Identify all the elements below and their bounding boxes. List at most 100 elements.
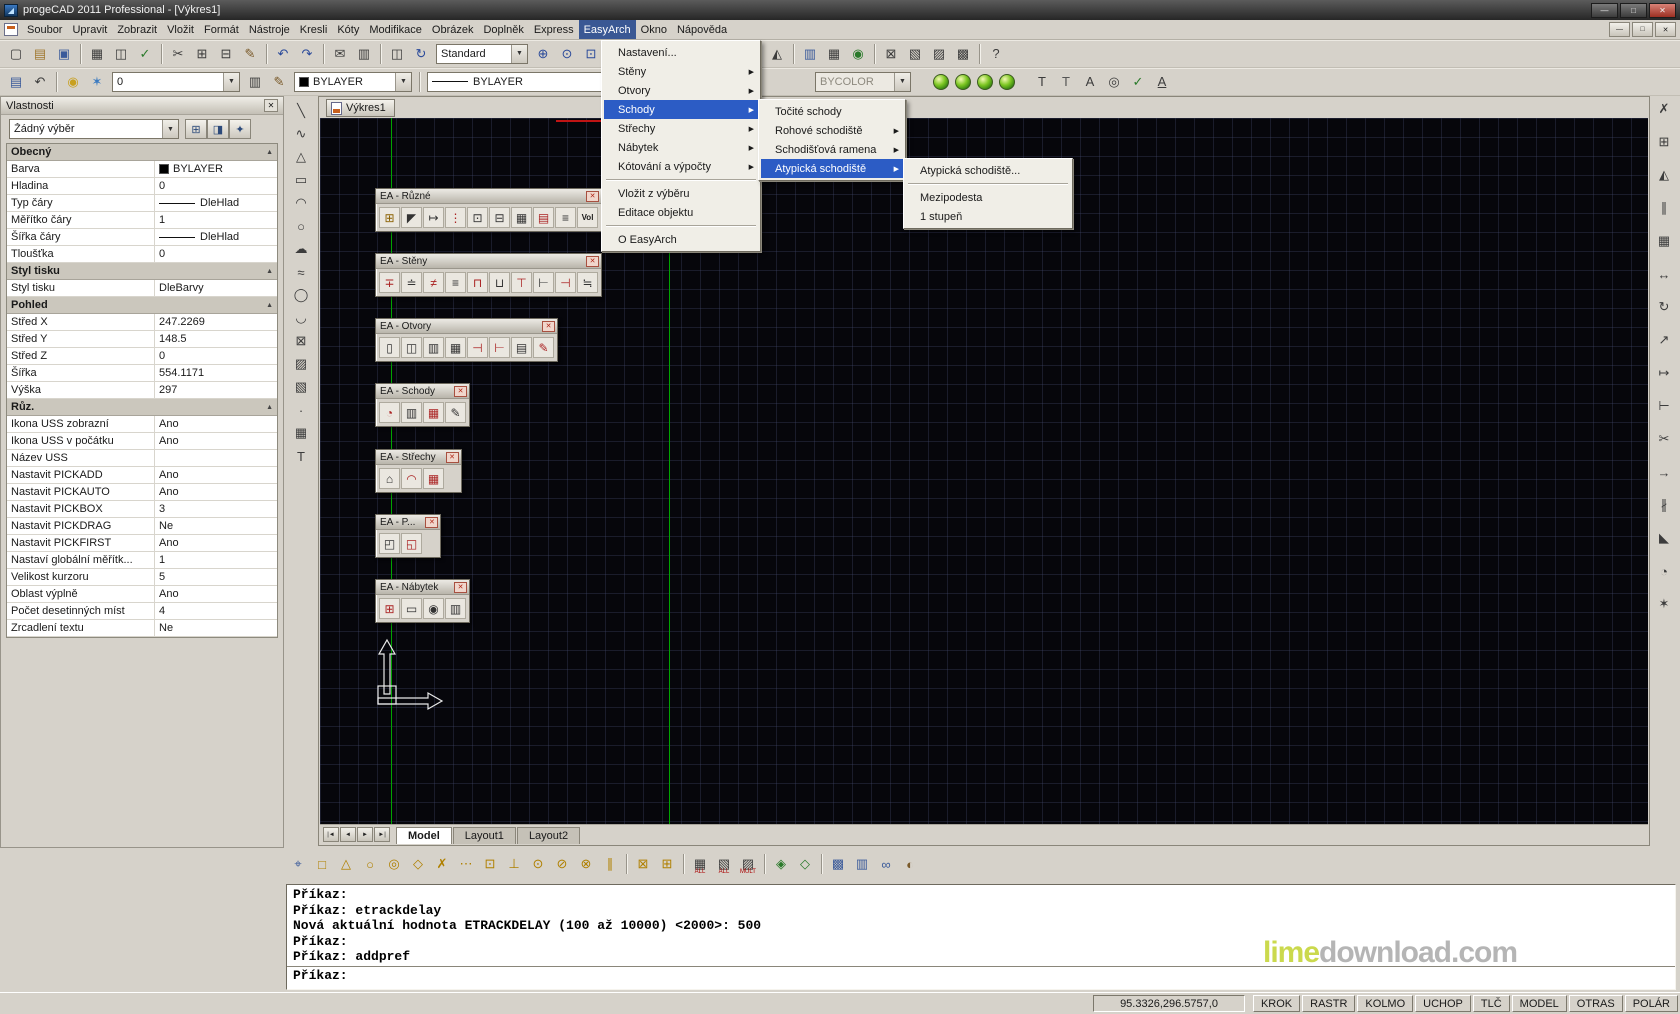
ea-wall-align-icon[interactable]: ≒ bbox=[577, 272, 598, 293]
close-icon[interactable]: ✕ bbox=[454, 386, 467, 397]
etransmit-icon[interactable]: ✉ bbox=[329, 43, 351, 65]
mdi-close-button[interactable]: ✕ bbox=[1655, 22, 1676, 37]
dropdown-arrow-icon[interactable]: ▼ bbox=[223, 73, 239, 91]
menubar-item-koty[interactable]: Kóty bbox=[332, 20, 364, 39]
ea-furniture-kitchen-icon[interactable]: ▥ bbox=[445, 598, 466, 619]
ea-grid-table-icon[interactable]: ▦ bbox=[511, 207, 532, 228]
linetype-combo[interactable]: BYLAYER ▼ bbox=[427, 72, 619, 92]
snap-intersection-icon[interactable]: ✗ bbox=[431, 853, 453, 875]
help-icon[interactable]: ? bbox=[985, 43, 1007, 65]
ea-toolbar-titlebar[interactable]: EA - Nábytek✕ bbox=[376, 580, 469, 595]
paste-icon[interactable]: ⊟ bbox=[215, 43, 237, 65]
status-toggle-model[interactable]: MODEL bbox=[1512, 995, 1567, 1012]
menubar-item-format[interactable]: Formát bbox=[199, 20, 244, 39]
menubar-item-obrazek[interactable]: Obrázek bbox=[427, 20, 479, 39]
last-tab-button[interactable]: ►| bbox=[374, 827, 390, 842]
close-icon[interactable]: ✕ bbox=[264, 99, 278, 112]
polyline-tool-icon[interactable]: ∿ bbox=[290, 123, 312, 145]
menubar-item-soubor[interactable]: Soubor bbox=[22, 20, 67, 39]
menubar-item-upravit[interactable]: Upravit bbox=[67, 20, 112, 39]
plot-icon[interactable]: ▦ bbox=[86, 43, 108, 65]
polygon-tool-icon[interactable]: △ bbox=[290, 146, 312, 168]
ea-break-mark-icon[interactable]: ↦ bbox=[423, 207, 444, 228]
snap-apparent-icon[interactable]: ⊗ bbox=[575, 853, 597, 875]
single-line-text-icon[interactable]: T bbox=[1055, 71, 1077, 93]
property-value[interactable]: 1 bbox=[155, 212, 277, 228]
circle-tool-icon[interactable]: ○ bbox=[290, 215, 312, 237]
document-system-icon[interactable] bbox=[4, 23, 18, 36]
command-prompt[interactable]: Příkaz: bbox=[287, 967, 1675, 984]
layer-states-icon[interactable]: ▦ bbox=[823, 43, 845, 65]
break-icon[interactable]: ∦ bbox=[1653, 494, 1675, 516]
find-text-icon[interactable]: ◎ bbox=[1103, 71, 1125, 93]
snap-nearest-icon[interactable]: ⊘ bbox=[551, 853, 573, 875]
ea-toolbar-titlebar[interactable]: EA - Různé✕ bbox=[376, 189, 601, 204]
ea-p-tool1-icon[interactable]: ◰ bbox=[379, 533, 400, 554]
fillet-icon[interactable]: ◔ bbox=[1653, 560, 1675, 582]
dropdown-arrow-icon[interactable]: ▼ bbox=[511, 45, 527, 63]
table-tool-icon[interactable]: ▦ bbox=[290, 422, 312, 444]
regen-icon[interactable]: ↻ bbox=[410, 43, 432, 65]
ea-roof-tiles-icon[interactable]: ▦ bbox=[423, 468, 444, 489]
select-objects-icon[interactable]: ◨ bbox=[207, 119, 229, 139]
ea-roof-icon[interactable]: ⌂ bbox=[379, 468, 400, 489]
extend-icon[interactable]: → bbox=[1653, 461, 1675, 483]
property-value[interactable]: 3 bbox=[155, 501, 277, 517]
ea-stair-edit-icon[interactable]: ✎ bbox=[445, 402, 466, 423]
new-drawing-icon[interactable]: ▢ bbox=[5, 43, 27, 65]
mdi-restore-button[interactable]: □ bbox=[1632, 22, 1653, 37]
ea-legend-icon[interactable]: ⊞ bbox=[379, 207, 400, 228]
property-value[interactable]: Ne bbox=[155, 620, 277, 636]
redo-icon[interactable]: ↷ bbox=[296, 43, 318, 65]
layer-properties-icon[interactable]: ▤ bbox=[5, 71, 27, 93]
dropdown-arrow-icon[interactable]: ▼ bbox=[162, 120, 178, 138]
ea-wall-join-icon[interactable]: ⊓ bbox=[467, 272, 488, 293]
group-icon[interactable]: ◈ bbox=[770, 853, 792, 875]
spell-check-icon[interactable]: ✓ bbox=[1127, 71, 1149, 93]
print-preview-icon[interactable]: ◫ bbox=[110, 43, 132, 65]
property-value[interactable]: Ano bbox=[155, 586, 277, 602]
close-button[interactable]: ✕ bbox=[1649, 3, 1676, 18]
text-style-icon[interactable]: T bbox=[1031, 71, 1053, 93]
ellipse-arc-tool-icon[interactable]: ◡ bbox=[290, 307, 312, 329]
stretch-icon[interactable]: ↦ bbox=[1653, 362, 1675, 384]
property-section-obecny[interactable]: Obecný▲ bbox=[7, 144, 277, 161]
property-section-ruz[interactable]: Růz.▲ bbox=[7, 399, 277, 416]
explode-icon[interactable]: ✶ bbox=[1653, 593, 1675, 615]
snap-quadrant-icon[interactable]: ◇ bbox=[407, 853, 429, 875]
freeze-layer-icon[interactable]: ✶ bbox=[86, 71, 108, 93]
property-value[interactable]: 148.5 bbox=[155, 331, 277, 347]
quick-select-icon[interactable]: ⊞ bbox=[185, 119, 207, 139]
spline-tool-icon[interactable]: ≈ bbox=[290, 261, 312, 283]
chamfer-icon[interactable]: ◣ bbox=[1653, 527, 1675, 549]
collapse-arrow-icon[interactable]: ▲ bbox=[266, 404, 273, 411]
snap-endpoint-icon[interactable]: □ bbox=[311, 853, 333, 875]
snap-node-icon[interactable]: ◎ bbox=[383, 853, 405, 875]
menubar-item-nastroje[interactable]: Nástroje bbox=[244, 20, 295, 39]
collapse-arrow-icon[interactable]: ▲ bbox=[266, 149, 273, 156]
image-manager-icon[interactable]: ▥ bbox=[851, 853, 873, 875]
close-icon[interactable]: ✕ bbox=[586, 256, 599, 267]
layer-combo[interactable]: 0 ▼ bbox=[112, 72, 240, 92]
mirror-object-icon[interactable]: ◭ bbox=[1653, 164, 1675, 186]
block-icon[interactable]: ⊠ bbox=[880, 43, 902, 65]
ea-wall-double-icon[interactable]: ≐ bbox=[401, 272, 422, 293]
point-tool-icon[interactable]: · bbox=[290, 399, 312, 421]
ea-volume-icon[interactable]: Vol bbox=[577, 207, 598, 228]
property-value[interactable]: 0 bbox=[155, 246, 277, 262]
scale-icon[interactable]: ↗ bbox=[1653, 329, 1675, 351]
ea-toolbar-titlebar[interactable]: EA - Střechy✕ bbox=[376, 450, 461, 465]
edit-text-icon[interactable]: A bbox=[1151, 71, 1173, 93]
ellipse-tool-icon[interactable]: ◯ bbox=[290, 284, 312, 306]
ea-niche-icon[interactable]: ⊣ bbox=[467, 337, 488, 358]
ea-toolbar-titlebar[interactable]: EA - Stěny✕ bbox=[376, 254, 601, 269]
property-value[interactable]: Ano bbox=[155, 416, 277, 432]
shade-mode-icon-4[interactable] bbox=[999, 74, 1015, 90]
insert-block-tool-icon[interactable]: ⊠ bbox=[290, 330, 312, 352]
selection-combo[interactable]: Žádný výběr ▼ bbox=[9, 119, 179, 139]
snap-midpoint-icon[interactable]: △ bbox=[335, 853, 357, 875]
status-toggle-uchop[interactable]: UCHOP bbox=[1415, 995, 1471, 1012]
undo-icon[interactable]: ↶ bbox=[272, 43, 294, 65]
multiline-text-icon[interactable]: A bbox=[1079, 71, 1101, 93]
menubar-item-kresli[interactable]: Kresli bbox=[295, 20, 333, 39]
